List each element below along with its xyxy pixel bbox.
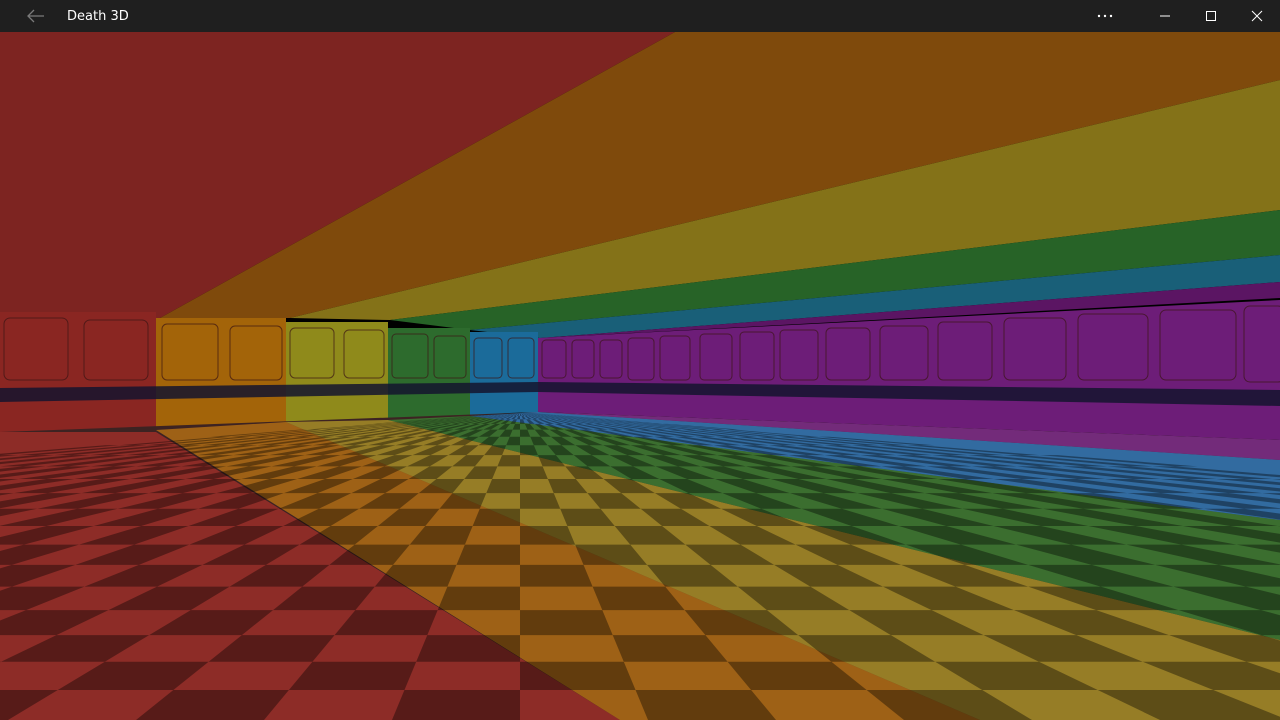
- scene-canvas: [0, 32, 1280, 720]
- arrow-left-icon: [27, 9, 44, 23]
- maximize-icon: [1206, 11, 1216, 21]
- minimize-button[interactable]: [1142, 0, 1188, 32]
- floor: [0, 412, 1280, 720]
- floor-tile: [520, 564, 593, 587]
- floor-tile: [520, 525, 576, 545]
- floor-tile: [520, 493, 561, 509]
- app-window: Death 3D: [0, 0, 1280, 720]
- maximize-button[interactable]: [1188, 0, 1234, 32]
- floor-tile: [472, 508, 520, 526]
- floor-tile: [486, 479, 520, 494]
- close-button[interactable]: [1234, 0, 1280, 32]
- game-viewport[interactable]: [0, 32, 1280, 720]
- title-bar: Death 3D: [0, 0, 1280, 32]
- wall-blue: [470, 332, 538, 416]
- more-button[interactable]: [1082, 0, 1128, 32]
- floor-tile: [437, 586, 520, 611]
- ceiling: [0, 32, 1280, 338]
- wall-red: [0, 312, 156, 432]
- window-title: Death 3D: [67, 8, 129, 24]
- back-button[interactable]: [12, 0, 60, 32]
- floor-tile: [520, 661, 636, 691]
- close-icon: [1251, 10, 1263, 22]
- wall-orange: [156, 318, 286, 430]
- floor-tile: [392, 690, 520, 720]
- floor-tile: [520, 610, 613, 636]
- more-icon: [1097, 14, 1113, 18]
- floor-tile: [416, 635, 520, 662]
- minimize-icon: [1160, 15, 1170, 17]
- floor-tile: [456, 544, 520, 565]
- wall-green: [388, 328, 470, 420]
- wall-yellow: [286, 322, 388, 422]
